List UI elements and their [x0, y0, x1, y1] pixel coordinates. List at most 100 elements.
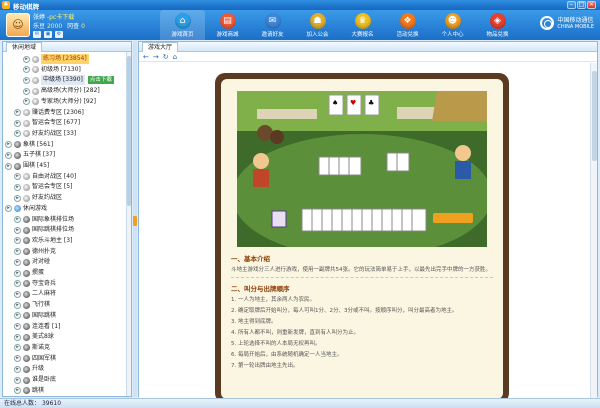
expand-icon[interactable]: ▸ — [14, 312, 21, 320]
expand-icon[interactable]: ▸ — [14, 109, 21, 116]
tree-item[interactable]: ▸ 五子棋 [37] — [5, 150, 55, 160]
game-icon — [23, 258, 30, 266]
avatar[interactable]: ☺ — [6, 13, 30, 37]
tree-item[interactable]: ▸ 智运会专区 [5] — [14, 182, 72, 192]
tree-item[interactable]: ▸ 德州扑克 — [14, 247, 56, 257]
tree-item[interactable]: ▸ 初级场 [7130] — [23, 65, 81, 75]
expand-icon[interactable]: ▸ — [23, 55, 30, 63]
tree-item[interactable]: ▸ 专家场(大师分) [92] — [23, 97, 96, 107]
tree-item[interactable]: ▸ 休闲游戏 — [5, 204, 47, 214]
forward-icon[interactable]: → — [153, 52, 159, 62]
expand-icon[interactable]: ▸ — [23, 87, 30, 95]
nav-item-5[interactable]: ❖ 活动兑换 — [385, 10, 430, 40]
tree-item[interactable]: ▸ 国际跳棋 — [14, 311, 56, 321]
expand-icon[interactable]: ▸ — [14, 237, 21, 245]
nav-item-2[interactable]: ✉ 邀请好友 — [250, 10, 295, 40]
left-scrollbar-thumb[interactable] — [127, 56, 131, 206]
left-scrollbar[interactable] — [126, 52, 131, 396]
online-count-value: 39610 — [41, 400, 62, 407]
expand-icon[interactable]: ▸ — [23, 76, 30, 84]
user-name: 张婷 — [33, 14, 46, 21]
tree-item[interactable]: ▸ 中级场 [3390] 点击下载 — [23, 75, 114, 86]
tree-item[interactable]: ▸ 跳棋 — [14, 386, 44, 396]
expand-icon[interactable]: ▸ — [14, 376, 21, 384]
tree-item[interactable]: ▸ 好友约战区 [33] — [14, 129, 76, 139]
expand-icon[interactable]: ▸ — [14, 290, 21, 298]
top-nav: ⌂ 游戏首页 ▤ 游戏商城 ✉ 邀请好友 ☗ 加入公会 ♛ 大赛报名 ❖ 活动兑换 ☻ 个人中心 ◈ 物品兑换 — [160, 10, 520, 40]
tree-item[interactable]: ▸ 飞行棋 — [14, 300, 50, 310]
tree-item[interactable]: ▸ 智运会专区 [677] — [14, 118, 80, 128]
nav-item-3[interactable]: ☗ 加入公会 — [295, 10, 340, 40]
tree-item[interactable]: ▸ 美式8球 — [14, 332, 54, 342]
tree-item[interactable]: ▸ 升级 — [14, 364, 44, 374]
tree-item[interactable]: ▸ 高级场(大师分) [282] — [23, 86, 100, 96]
refresh-icon[interactable]: ↻ — [163, 52, 169, 62]
user-stats-line: 乐豆 2000 冈查 0 — [33, 21, 85, 30]
expand-icon[interactable]: ▸ — [14, 258, 21, 266]
right-scrollbar[interactable] — [590, 63, 597, 398]
tree-item[interactable]: ▸ 对对碰 — [14, 257, 50, 267]
maximize-button[interactable]: □ — [577, 1, 586, 9]
nav-item-4[interactable]: ♛ 大赛报名 — [340, 10, 385, 40]
tree-item[interactable]: ▸ 象棋 [561] — [5, 140, 53, 150]
expand-icon[interactable]: ▸ — [5, 141, 12, 149]
tree-item[interactable]: ▸ 国际跳棋排位场 — [14, 225, 74, 235]
panel-splitter[interactable] — [133, 41, 137, 397]
tab-game-hall[interactable]: 游戏大厅 — [142, 42, 179, 52]
tree-item[interactable]: ▸ 谁是卧底 — [14, 375, 56, 385]
tree-item[interactable]: ▸ 练习场 [23854] — [23, 54, 89, 64]
settings-icon[interactable]: ⚙ — [55, 31, 63, 38]
right-scrollbar-thumb[interactable] — [592, 71, 597, 161]
expand-icon[interactable]: ▸ — [14, 269, 21, 277]
room-icon — [32, 55, 39, 63]
mail-icon[interactable]: ✉ — [33, 31, 41, 38]
expand-icon[interactable]: ▸ — [5, 162, 12, 170]
message-icon[interactable]: ▣ — [44, 31, 52, 38]
tree-item[interactable]: ▸ 自由对战区 [40] — [14, 172, 76, 182]
expand-icon[interactable]: ▸ — [5, 151, 12, 159]
nav-item-7[interactable]: ◈ 物品兑换 — [475, 10, 520, 40]
expand-icon[interactable]: ▸ — [14, 301, 21, 309]
nav-item-0[interactable]: ⌂ 游戏首页 — [160, 10, 205, 40]
tree-item[interactable]: ▸ 斯诺克 — [14, 343, 50, 353]
expand-icon[interactable]: ▸ — [14, 365, 21, 373]
expand-icon[interactable]: ▸ — [23, 98, 30, 106]
tree-item[interactable]: ▸ 夺宝奇兵 — [14, 279, 56, 289]
expand-icon[interactable]: ▸ — [14, 280, 21, 288]
expand-icon[interactable]: ▸ — [14, 226, 21, 234]
expand-icon[interactable]: ▸ — [14, 216, 21, 223]
expand-icon[interactable]: ▸ — [14, 344, 21, 352]
tab-leisure-area[interactable]: 休闲地域 — [6, 42, 43, 52]
tree-item[interactable]: ▸ 欢乐斗地主 [3] — [14, 236, 72, 246]
expand-icon[interactable]: ▸ — [23, 66, 30, 74]
splitter-grip[interactable] — [133, 216, 137, 226]
tree-item[interactable]: ▸ 四国军棋 — [14, 354, 56, 364]
expand-icon[interactable]: ▸ — [14, 387, 21, 395]
minimize-button[interactable]: – — [567, 1, 576, 9]
expand-icon[interactable]: ▸ — [14, 119, 21, 127]
expand-icon[interactable]: ▸ — [5, 205, 12, 213]
nav-item-1[interactable]: ▤ 游戏商城 — [205, 10, 250, 40]
tree-item[interactable]: ▸ 赚话费专区 [2306] — [14, 108, 84, 118]
expand-icon[interactable]: ▸ — [14, 183, 21, 191]
tree-item[interactable]: ▸ 国际象棋排位场 — [14, 215, 74, 225]
tree-item[interactable]: ▸ 好友约战区 — [14, 193, 62, 203]
expand-icon[interactable]: ▸ — [14, 323, 21, 330]
nav-item-6[interactable]: ☻ 个人中心 — [430, 10, 475, 40]
tree-item[interactable]: ▸ 二人麻将 — [14, 289, 56, 299]
tree-item[interactable]: ▸ 围棋 [45] — [5, 161, 49, 171]
expand-icon[interactable]: ▸ — [14, 194, 21, 202]
tree-item[interactable]: ▸ 连连看 [1] — [14, 322, 60, 332]
expand-icon[interactable]: ▸ — [14, 333, 21, 341]
tree-item-label: 升级 — [32, 365, 45, 373]
home-icon[interactable]: ⌂ — [173, 52, 177, 62]
download-button[interactable]: 点击下载 — [87, 76, 114, 85]
tree-item[interactable]: ▸ 掼蛋 — [14, 268, 44, 278]
user-level[interactable]: -pc卡下载 — [47, 14, 74, 21]
expand-icon[interactable]: ▸ — [14, 130, 21, 138]
expand-icon[interactable]: ▸ — [14, 355, 21, 363]
expand-icon[interactable]: ▸ — [14, 173, 21, 181]
close-button[interactable]: × — [587, 1, 596, 9]
expand-icon[interactable]: ▸ — [14, 248, 21, 256]
back-icon[interactable]: ← — [143, 52, 149, 62]
